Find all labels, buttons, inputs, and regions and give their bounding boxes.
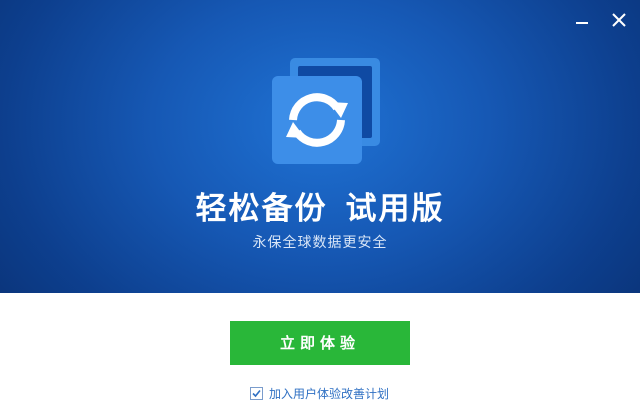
- product-name: 轻松备份: [195, 191, 328, 227]
- minimize-icon: [576, 22, 588, 24]
- installer-window: 轻松备份 试用版 永保全球数据更安全 立即体验 加入用户体验改善计划: [0, 0, 640, 420]
- checkmark-icon: [252, 389, 261, 397]
- close-icon: [612, 13, 626, 27]
- minimize-button[interactable]: [571, 9, 593, 31]
- edition-label: 试用版: [345, 191, 445, 227]
- try-now-button[interactable]: 立即体验: [230, 321, 410, 365]
- close-button[interactable]: [608, 9, 630, 31]
- ux-program-label: 加入用户体验改善计划: [269, 386, 390, 401]
- ux-program-checkbox[interactable]: [250, 386, 263, 400]
- ux-program-checkbox-row[interactable]: 加入用户体验改善计划: [250, 384, 389, 402]
- sync-icon: [272, 58, 380, 164]
- product-title: 轻松备份 试用版: [0, 183, 640, 228]
- product-tagline: 永保全球数据更安全: [252, 235, 388, 251]
- header-banner: 轻松备份 试用版 永保全球数据更安全: [0, 0, 640, 293]
